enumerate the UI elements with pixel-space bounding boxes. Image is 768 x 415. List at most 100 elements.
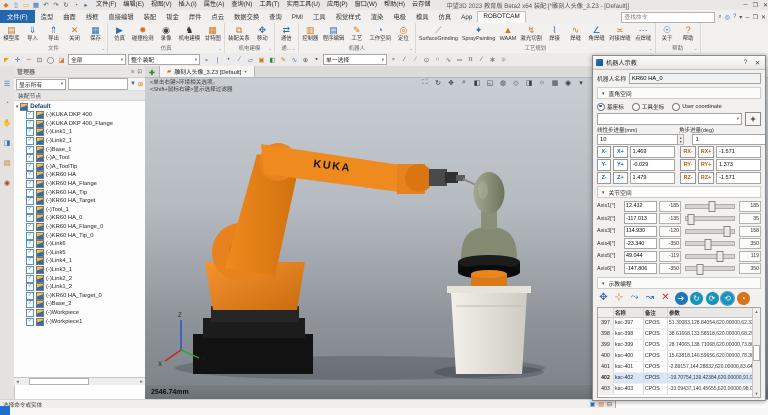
stop-icon[interactable]: ▪ [312,56,321,63]
snap-pi-icon[interactable]: π [466,56,475,63]
axis-slider-thumb[interactable] [705,239,712,250]
new-file-icon[interactable]: ▯ [12,1,20,10]
close-button[interactable]: ✕ [763,2,768,9]
ribbon-tab[interactable]: 仿真 [434,11,457,23]
menu-item[interactable]: 视图(V) [151,0,172,10]
ribbon-button[interactable]: ≍对接焊缝 [607,24,633,43]
pick-box-icon[interactable]: ⊡ [35,56,44,64]
jog-value-input[interactable] [630,159,675,171]
ribbon-tab[interactable]: 点云 [206,11,229,23]
ribbon-tab[interactable]: 装配 [139,11,162,23]
jog-rot-minus-button[interactable]: RX- [680,146,696,158]
jog-rot-value-input[interactable] [716,172,761,184]
ribbon-button[interactable]: ◔工作空间 [367,24,393,43]
tree-item[interactable]: ✓(-)A_ToolTip [16,163,145,172]
ribbon-tab[interactable]: 造型 [36,11,59,23]
ribbon-tab[interactable]: App [456,13,477,23]
robot-arm[interactable]: KUKA [205,143,433,310]
ribbon-tab[interactable]: 查询 [264,11,287,23]
checkbox-icon[interactable]: ✓ [26,275,34,283]
linear-step-input[interactable] [597,134,678,145]
axis-slider[interactable] [685,241,735,246]
snap-spline-icon[interactable]: ∾ [455,56,464,64]
select-cursor-icon[interactable]: ◤ [2,56,11,64]
light-icon[interactable]: ☼ [537,79,547,87]
checkbox-icon[interactable]: ✓ [26,249,34,257]
menu-item[interactable]: 应用(P) [327,0,348,10]
point-icon[interactable]: • [224,56,233,63]
checkbox-icon[interactable]: ✓ [26,292,34,300]
table-row[interactable]: 401ksc-401CPOS-2.89157,144.28832,620.000… [598,362,752,373]
panel-help-button[interactable]: ? [741,59,750,66]
ribbon-button[interactable]: ✦SprayPainting [460,24,498,43]
jog-rot-minus-button[interactable]: RY- [680,159,696,171]
ribbon-button[interactable]: ∿焊缝 [565,24,586,43]
circle-pick-icon[interactable]: ◯ [46,56,55,64]
ribbon-button[interactable]: ⟋SurfaceGrinding [417,24,460,43]
teach-panel-titlebar[interactable]: 机器人示教 ? ✕ [593,56,765,70]
tree-item[interactable]: ✓(-)KR60 HA_Flange_0 [16,223,145,232]
jog-rot-plus-button[interactable]: RX+ [698,146,714,158]
ribbon-button[interactable]: ▥控制器 [300,24,321,43]
jog-minus-button[interactable]: X- [597,146,611,158]
checkbox-icon[interactable]: ✓ [26,154,34,162]
tree-item[interactable]: ✓(-)Link4_1 [16,257,145,266]
vision-tab-icon[interactable]: ▤ [4,159,11,167]
axis-slider[interactable] [685,229,735,234]
ribbon-button[interactable]: ♞机电建模 [177,24,203,43]
tree-item[interactable]: ✓(-)Workpiece1 [16,317,145,326]
ribbon-button[interactable]: ▶仿真 [109,24,130,43]
jog-minus-button[interactable]: Y- [597,159,611,171]
axis-value-input[interactable] [624,226,657,237]
group-dialog-launcher-icon[interactable]: ⌄ [649,45,653,53]
checkbox-icon[interactable]: ✓ [26,120,34,128]
doc-restore-button[interactable]: ❐ [753,14,758,21]
jog-value-input[interactable] [630,146,675,158]
body-icon[interactable]: ▣ [257,56,266,64]
axis-value-input[interactable] [624,263,657,274]
tree-item[interactable]: ✓(-)Workpiece [16,309,145,318]
axis-slider-thumb[interactable] [716,251,723,262]
axis-value-input[interactable] [624,213,657,224]
menu-item[interactable]: 属性(A) [204,0,225,10]
tree-item[interactable]: ✓(-)KR60 HA_Flange [16,180,145,189]
filter-icon[interactable]: ▼ [130,81,136,87]
menu-item[interactable]: 插入(I) [179,0,197,10]
axis-icon[interactable]: ∣ [213,56,222,64]
curve-icon[interactable]: ∿ [290,56,299,64]
role-tab-icon[interactable]: ◉ [4,179,10,187]
tree-item[interactable]: ✓(-)Link5 [16,249,145,258]
checkbox-icon[interactable]: ✓ [26,189,34,197]
expand-all-icon[interactable]: ⊞ [138,81,143,88]
horizontal-scrollbar[interactable]: ◂▸ [14,377,145,385]
checkbox-icon[interactable]: ✓ [26,111,34,119]
document-tab[interactable]: ▰ 雕刻人头像_3.Z3 [Default] ▾ [159,66,255,77]
ribbon-tab[interactable]: 曲面 [58,11,81,23]
axis-slider-thumb[interactable] [723,226,730,237]
play-icon[interactable]: ▸ [82,1,90,10]
checkbox-icon[interactable]: ✓ [26,257,34,265]
checkbox-icon[interactable]: ✓ [26,309,34,317]
robot-tool[interactable] [429,169,476,186]
new-document-tab-button[interactable]: ✚ [145,69,159,77]
axis-value-input[interactable] [624,238,657,249]
tree-item[interactable]: ✓(-)KR60 HA_Tip [16,188,145,197]
manager-tab-icon[interactable]: ☰ [4,80,10,88]
jog-plus-button[interactable]: X+ [613,146,627,158]
tree-item[interactable]: ✓(-)KR60 HA_Target [16,197,145,206]
ribbon-button[interactable]: ⌇焊接 [544,24,565,43]
table-row[interactable]: 398ksc-398CPOS38.61668,133.58518,620.000… [598,329,752,340]
ribbon-button[interactable]: ◎定位 [393,24,414,43]
menu-item[interactable]: 文件(F) [96,0,116,10]
snap-center-icon[interactable]: ⊙ [422,56,431,64]
ribbon-button[interactable]: ✥移动 [252,24,273,43]
ribbon-button[interactable]: ✸碰撞检测 [130,24,156,43]
group-dialog-launcher-icon[interactable]: ⌄ [292,45,296,53]
tree-item[interactable]: ✓(-)KR60 HA_Tip_0 [16,231,145,240]
move-point-icon[interactable]: ✥ [597,292,610,305]
axis-slider-thumb[interactable] [696,264,703,275]
history-icon[interactable]: ◔ [72,1,80,10]
filter-type-select[interactable]: 全部▾ [68,54,126,65]
shade-mode-icon[interactable]: ◍ [498,79,508,87]
snap-slash-icon[interactable]: ∕ [477,56,486,63]
